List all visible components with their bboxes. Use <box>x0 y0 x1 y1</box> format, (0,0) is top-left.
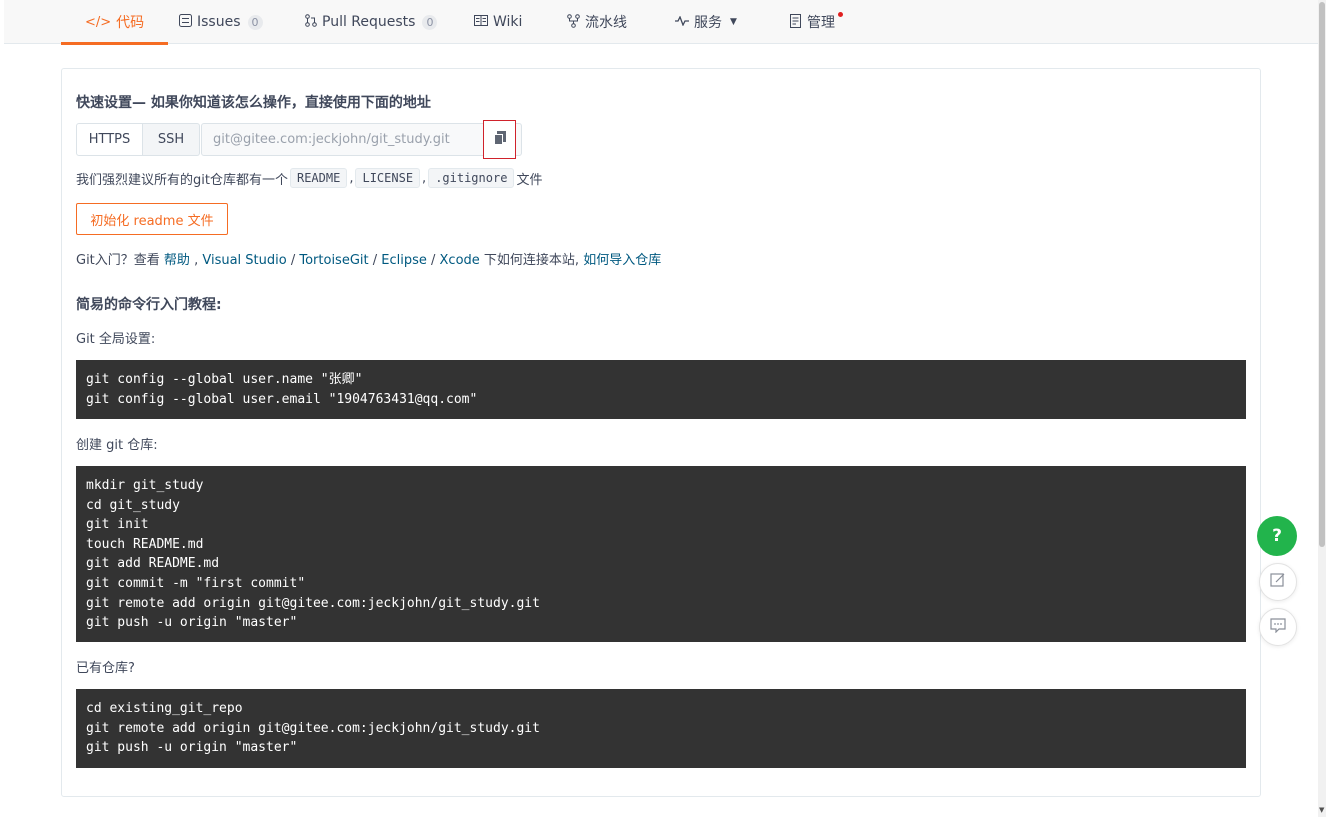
git-intro-middle: 下如何连接本站, <box>479 253 584 268</box>
tab-pipeline[interactable]: 流水线 <box>567 0 627 44</box>
visual-studio-link[interactable]: Visual Studio <box>202 253 286 268</box>
copy-icon <box>493 130 506 149</box>
tabbar-edge <box>0 0 4 44</box>
tab-issues[interactable]: Issues 0 <box>179 0 263 44</box>
tab-manage-label: 管理 <box>807 15 835 31</box>
import-repo-link[interactable]: 如何导入仓库 <box>583 253 661 268</box>
chevron-down-icon: ▼ <box>730 17 737 27</box>
recommend-sep-2: , <box>422 170 427 186</box>
repo-tabbar: </> 代码 Issues 0 Pull Requests 0 Wiki 流水线… <box>0 0 1318 45</box>
code-icon: </> <box>85 14 112 30</box>
pipeline-icon <box>567 13 580 31</box>
tab-service-label: 服务 <box>694 15 722 31</box>
clone-url-input[interactable]: git@gitee.com:jeckjohn/git_study.git <box>201 123 522 156</box>
recommend-text: 我们强烈建议所有的git仓库都有一个 README , LICENSE , .g… <box>76 168 542 188</box>
global-settings-label: Git 全局设置: <box>76 332 156 347</box>
init-readme-button[interactable]: 初始化 readme 文件 <box>76 203 228 235</box>
edit-icon <box>1270 572 1286 592</box>
copy-url-button[interactable] <box>483 120 516 159</box>
git-intro-sep-3: / <box>426 253 440 268</box>
create-repo-label: 创建 git 仓库: <box>76 438 158 453</box>
tortoisegit-link[interactable]: TortoiseGit <box>299 253 368 268</box>
wiki-icon <box>474 15 488 29</box>
readme-tag: README <box>289 168 348 188</box>
scrollbar-thumb[interactable] <box>1319 2 1325 547</box>
git-intro-prefix: Git入门？查看 <box>76 253 164 268</box>
existing-repo-code: cd existing_git_repo git remote add orig… <box>76 689 1246 768</box>
existing-repo-label: 已有仓库? <box>76 661 135 676</box>
issues-count-badge: 0 <box>247 14 263 30</box>
feedback-button[interactable] <box>1259 563 1297 601</box>
git-intro-line: Git入门？查看 帮助 , Visual Studio / TortoiseGi… <box>76 249 661 268</box>
service-icon <box>675 14 689 29</box>
tab-code[interactable]: </> 代码 <box>60 0 169 45</box>
ssh-button[interactable]: SSH <box>143 123 200 156</box>
help-link[interactable]: 帮助 <box>164 253 190 268</box>
chat-icon <box>1270 617 1286 637</box>
scroll-down-arrow-icon[interactable]: ▼ <box>1319 806 1324 814</box>
tutorial-heading: 简易的命令行入门教程: <box>76 297 222 313</box>
issues-icon <box>179 14 192 30</box>
create-repo-code: mkdir git_study cd git_study git init to… <box>76 466 1246 642</box>
git-intro-sep-2: / <box>368 253 382 268</box>
help-button[interactable]: ? <box>1257 516 1297 556</box>
tab-pull-requests-label: Pull Requests <box>322 14 416 30</box>
quick-setup-heading: 快速设置— 如果你知道该怎么操作，直接使用下面的地址 <box>76 95 431 111</box>
global-settings-code: git config --global user.name "张卿" git c… <box>76 360 1246 419</box>
chat-button[interactable] <box>1259 608 1297 646</box>
tab-wiki-label: Wiki <box>493 14 523 30</box>
git-intro-sep-0: , <box>189 253 203 268</box>
https-button[interactable]: HTTPS <box>76 123 143 156</box>
recommend-prefix: 我们强烈建议所有的git仓库都有一个 <box>76 172 288 188</box>
xcode-link[interactable]: Xcode <box>440 253 480 268</box>
license-tag: LICENSE <box>355 168 421 188</box>
tab-wiki[interactable]: Wiki <box>474 0 522 44</box>
tab-issues-label: Issues <box>197 14 241 30</box>
quick-setup-card: 快速设置— 如果你知道该怎么操作，直接使用下面的地址 HTTPS SSH git… <box>61 68 1261 797</box>
pull-requests-count-badge: 0 <box>422 14 438 30</box>
git-intro-sep-1: / <box>286 253 300 268</box>
tab-pull-requests[interactable]: Pull Requests 0 <box>305 0 438 44</box>
eclipse-link[interactable]: Eclipse <box>381 253 427 268</box>
tab-manage[interactable]: 管理 <box>790 0 835 44</box>
tab-service[interactable]: 服务 ▼ <box>675 0 737 44</box>
tab-code-label: 代码 <box>116 15 145 31</box>
manage-icon <box>790 13 802 31</box>
recommend-sep-1: , <box>349 170 354 186</box>
tab-pipeline-label: 流水线 <box>585 15 627 31</box>
gitignore-tag: .gitignore <box>428 168 515 188</box>
recommend-suffix: 文件 <box>516 172 543 188</box>
pull-request-icon <box>305 14 317 30</box>
protocol-switch: HTTPS SSH <box>76 123 200 156</box>
notification-dot <box>838 12 843 17</box>
